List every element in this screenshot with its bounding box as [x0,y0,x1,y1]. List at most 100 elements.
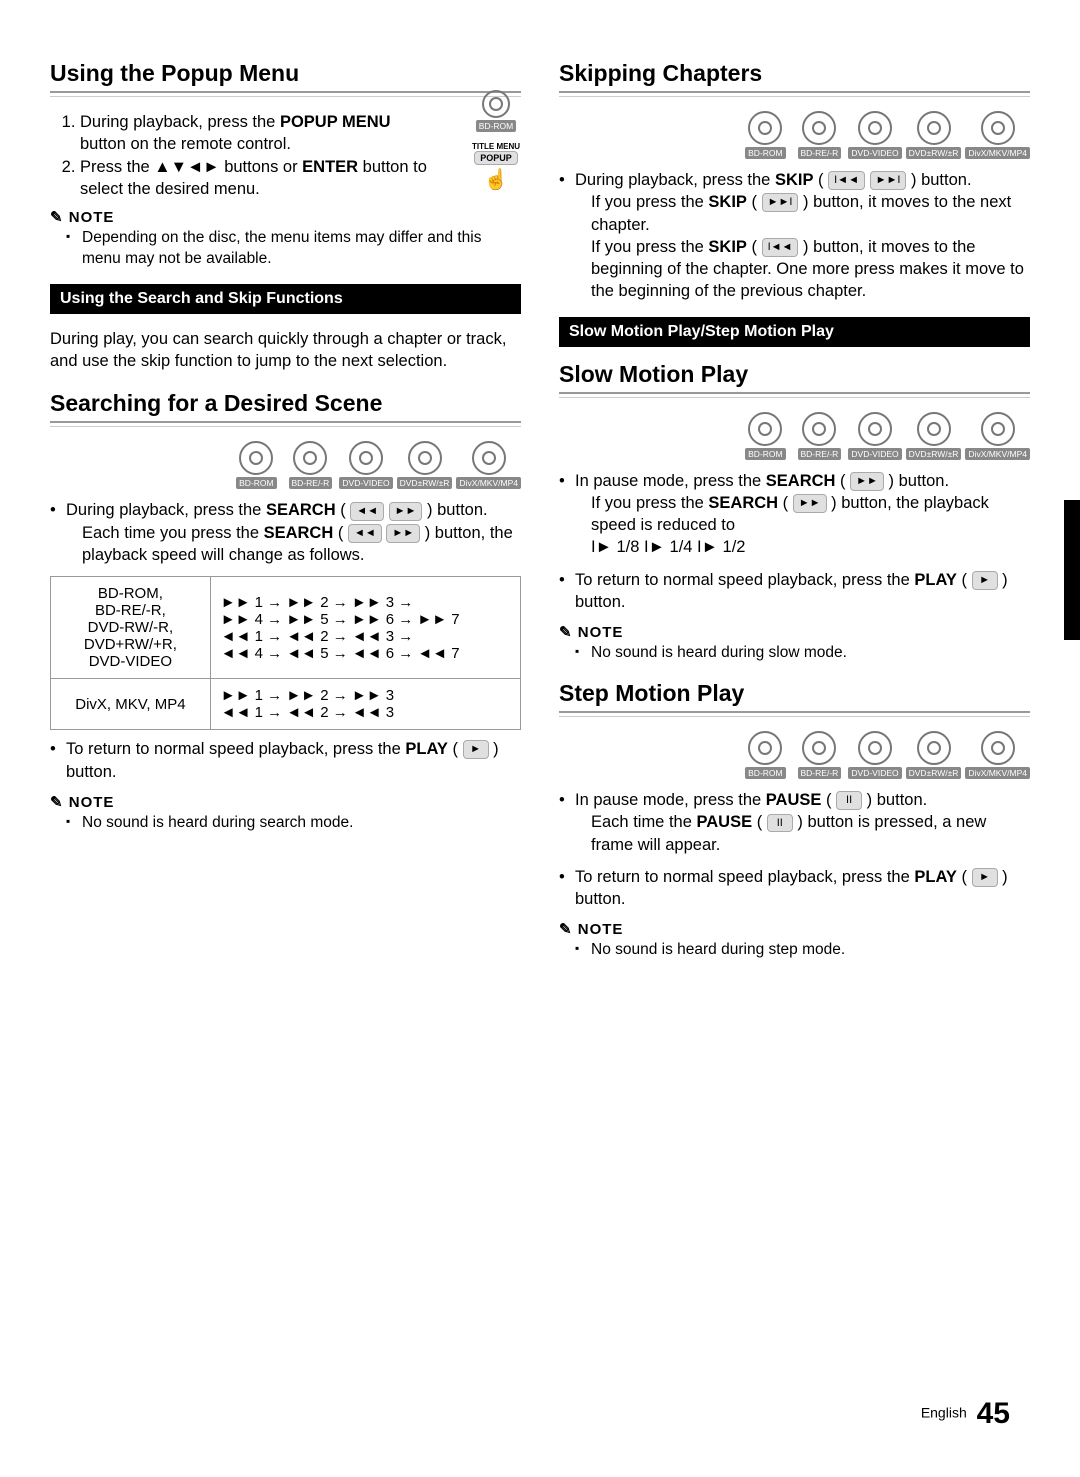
disc-icon [917,412,951,446]
button-name: SEARCH [266,501,336,519]
format-badges-skip: BD-ROM BD-RE/-R DVD-VIDEO DVD±RW/±R DivX… [559,111,1030,159]
text: button. [575,890,625,908]
button-name: SKIP [708,238,747,256]
section-bar-slow: Slow Motion Play/Step Motion Play [559,317,1030,347]
badge-label: DVD-VIDEO [848,147,901,159]
slow-bullets: In pause mode, press the SEARCH ( ►► ) b… [559,470,1030,614]
note-item: No sound is heard during slow mode. [591,643,1030,664]
badge-label: DVD±RW/±R [906,767,962,779]
rule [50,421,521,427]
heading-skipping: Skipping Chapters [559,60,1030,87]
badge-label: BD-RE/-R [289,477,333,489]
disc-icon [293,441,327,475]
button-name: PLAY [405,740,448,758]
play-icon: ► [972,868,998,887]
pause-icon: II [767,814,793,833]
footer-lang: English [921,1405,967,1421]
text: To return to normal speed playback, pres… [575,571,914,589]
text: In pause mode, press the [575,472,766,490]
pause-icon: II [836,791,862,810]
button-name: SEARCH [708,494,778,512]
disc-icon [858,111,892,145]
button-name: POPUP MENU [280,113,391,131]
button-name: SEARCH [766,472,836,490]
remote-title-menu-label: TITLE MENU [472,142,520,151]
badge-bdrom: BD-ROM [476,120,516,132]
scene-bullets: During playback, press the SEARCH ( ◄◄ ►… [50,499,521,566]
text: In pause mode, press the [575,791,766,809]
cell-speeds: ►► 1 → ►► 2 → ►► 3 → ►► 4 → ►► 5 → ►► 6 … [210,577,520,679]
disc-icon [748,412,782,446]
button-name: SKIP [775,171,814,189]
disc-icon [802,111,836,145]
badge-label: BD-RE/-R [798,767,842,779]
disc-icon [858,412,892,446]
button-name: PLAY [914,868,957,886]
disc-icon [981,111,1015,145]
format-badges-slow: BD-ROM BD-RE/-R DVD-VIDEO DVD±RW/±R DivX… [559,412,1030,460]
disc-icon [917,111,951,145]
disc-icon [858,731,892,765]
text: During playback, press the [80,113,280,131]
text: button. [894,472,949,490]
note-heading: NOTE [50,208,521,226]
format-badges-scene: BD-ROM BD-RE/-R DVD-VIDEO DVD±RW/±R DivX… [50,441,521,489]
text: button. [575,593,625,611]
text: button. [917,171,972,189]
note-heading: NOTE [559,920,1030,938]
badge-label: DVD-VIDEO [339,477,392,489]
cell-formats: BD-ROM, BD-RE/-R, DVD-RW/-R, DVD+RW/+R, … [51,577,211,679]
skip-next-icon: ►►I [870,171,907,190]
disc-icon [748,111,782,145]
right-column: Skipping Chapters BD-ROM BD-RE/-R DVD-VI… [559,60,1030,967]
slow-speeds: I► 1/8 I► 1/4 I► 1/2 [575,536,1030,558]
badge-label: BD-RE/-R [798,147,842,159]
badge-label: DivX/MKV/MP4 [965,767,1030,779]
button-name: PAUSE [696,813,752,831]
note-item: No sound is heard during search mode. [82,813,521,834]
text: If you press the [591,238,708,256]
disc-icon [802,412,836,446]
badge-label: BD-RE/-R [798,448,842,460]
rule [559,392,1030,398]
skip-prev-icon: I◄◄ [828,171,865,190]
list-item: To return to normal speed playback, pres… [50,738,521,783]
list-item: Press the ▲▼◄► buttons or ENTER button t… [80,156,431,201]
forward-icon: ►► [793,494,827,513]
badge-label: DVD-VIDEO [848,448,901,460]
rewind-icon: ◄◄ [350,502,384,521]
text: button. [66,763,116,781]
heading-step: Step Motion Play [559,680,1030,707]
cell-formats: DivX, MKV, MP4 [51,679,211,730]
heading-slow: Slow Motion Play [559,361,1030,388]
text: Each time you press the [82,524,264,542]
remote-illustration: BD-ROM TITLE MENU POPUP ☝ [471,90,521,192]
hand-icon: ☝ [484,167,509,192]
list-item: During playback, press the POPUP MENU bu… [80,111,431,156]
note-list: No sound is heard during step mode. [559,940,1030,961]
disc-icon [981,731,1015,765]
forward-icon: ►► [389,502,423,521]
text: During playback, press the [575,171,775,189]
text: If you press the [591,193,708,211]
badge-label: DivX/MKV/MP4 [965,448,1030,460]
rule [559,91,1030,97]
list-item: During playback, press the SEARCH ( ◄◄ ►… [50,499,521,566]
popup-steps: During playback, press the POPUP MENU bu… [50,111,521,200]
text: button. [872,791,927,809]
play-icon: ► [972,571,998,590]
button-name: PLAY [914,571,957,589]
badge-label: BD-ROM [236,477,276,489]
rule [50,91,521,97]
button-name: SKIP [708,193,747,211]
scene-bullets-2: To return to normal speed playback, pres… [50,738,521,783]
section-bar-search: Using the Search and Skip Functions [50,284,521,314]
badge-label: DivX/MKV/MP4 [456,477,521,489]
list-item: In pause mode, press the SEARCH ( ►► ) b… [559,470,1030,559]
badge-label: DVD±RW/±R [906,147,962,159]
disc-icon [802,731,836,765]
text: button. [433,501,488,519]
note-item: No sound is heard during step mode. [591,940,1030,961]
button-name: ENTER [302,158,358,176]
skip-prev-icon: I◄◄ [762,238,799,257]
